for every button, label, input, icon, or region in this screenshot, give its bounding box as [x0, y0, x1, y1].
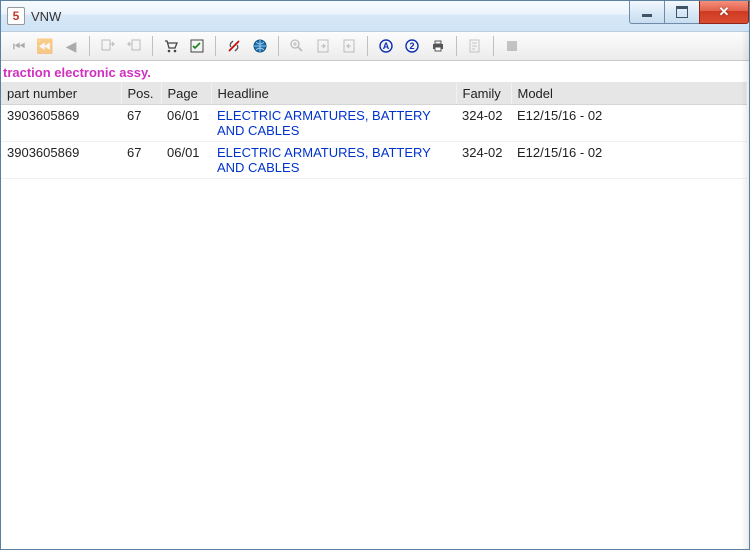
- cart-button[interactable]: [159, 34, 183, 58]
- toolbar-separator: [152, 36, 153, 56]
- svg-text:A: A: [383, 41, 390, 51]
- cell-family: 324-02: [456, 105, 511, 142]
- toolbar-separator: [215, 36, 216, 56]
- col-family[interactable]: Family: [456, 83, 511, 105]
- col-headline[interactable]: Headline: [211, 83, 456, 105]
- prev-icon: ◀: [66, 38, 77, 55]
- cell-pos: 67: [121, 105, 161, 142]
- nav-prev-button[interactable]: ◀: [59, 34, 83, 58]
- copy-out-icon: [126, 38, 142, 54]
- copy-in-icon: [100, 38, 116, 54]
- results-table: part number Pos. Page Headline Family Mo…: [1, 83, 747, 179]
- toolbar-separator: [89, 36, 90, 56]
- stop-icon: [504, 38, 520, 54]
- cart-icon: [163, 38, 179, 54]
- toolbar-separator: [456, 36, 457, 56]
- note-button[interactable]: [463, 34, 487, 58]
- stop-button[interactable]: [500, 34, 524, 58]
- page-prev-icon: [341, 38, 357, 54]
- toolbar-separator: [493, 36, 494, 56]
- globe-button[interactable]: [248, 34, 272, 58]
- copy-in-button[interactable]: [96, 34, 120, 58]
- col-part-number[interactable]: part number: [1, 83, 121, 105]
- zoom-button[interactable]: [285, 34, 309, 58]
- minimize-button[interactable]: [629, 1, 665, 24]
- zoom-icon: [289, 38, 305, 54]
- content-area: traction electronic assy. part number Po…: [1, 61, 749, 549]
- col-page[interactable]: Page: [161, 83, 211, 105]
- nav-rewind-button[interactable]: ⏪: [33, 34, 57, 58]
- window-title: VNW: [31, 9, 61, 24]
- close-icon: ✕: [719, 4, 730, 20]
- print-button[interactable]: [426, 34, 450, 58]
- window-controls: ✕: [630, 1, 749, 23]
- first-icon: ⏮: [13, 38, 26, 55]
- cell-family: 324-02: [456, 142, 511, 179]
- toolbar: ⏮ ⏪ ◀: [1, 32, 749, 61]
- cell-page: 06/01: [161, 142, 211, 179]
- rewind-icon: ⏪: [36, 38, 53, 55]
- marker-a-button[interactable]: A: [374, 34, 398, 58]
- col-pos[interactable]: Pos.: [121, 83, 161, 105]
- toolbar-separator: [278, 36, 279, 56]
- app-icon: 5: [7, 7, 25, 25]
- minimize-icon: [642, 14, 652, 17]
- toolbar-separator: [367, 36, 368, 56]
- cell-part-number: 3903605869: [1, 142, 121, 179]
- col-model[interactable]: Model: [511, 83, 747, 105]
- maximize-icon: [676, 6, 688, 18]
- marker-b-button[interactable]: 2: [400, 34, 424, 58]
- maximize-button[interactable]: [664, 1, 700, 24]
- note-icon: [467, 38, 483, 54]
- table-row[interactable]: 3903605869 67 06/01 ELECTRIC ARMATURES, …: [1, 105, 747, 142]
- cell-page: 06/01: [161, 105, 211, 142]
- table-header-row: part number Pos. Page Headline Family Mo…: [1, 83, 747, 105]
- cell-pos: 67: [121, 142, 161, 179]
- nav-first-button[interactable]: ⏮: [7, 34, 31, 58]
- app-window: 5 VNW ✕ ⏮ ⏪ ◀: [0, 0, 750, 550]
- cell-model: E12/15/16 - 02: [511, 142, 747, 179]
- checklist-button[interactable]: [185, 34, 209, 58]
- cell-headline[interactable]: ELECTRIC ARMATURES, BATTERY AND CABLES: [211, 105, 456, 142]
- copy-out-button[interactable]: [122, 34, 146, 58]
- cell-model: E12/15/16 - 02: [511, 105, 747, 142]
- titlebar[interactable]: 5 VNW ✕: [1, 1, 749, 32]
- print-icon: [430, 38, 446, 54]
- svg-text:2: 2: [409, 41, 414, 51]
- close-button[interactable]: ✕: [699, 1, 749, 24]
- section-title: traction electronic assy.: [1, 63, 747, 83]
- table-row[interactable]: 3903605869 67 06/01 ELECTRIC ARMATURES, …: [1, 142, 747, 179]
- globe-icon: [252, 38, 268, 54]
- unlink-icon: [226, 38, 242, 54]
- page-next-button[interactable]: [311, 34, 335, 58]
- marker-b-icon: 2: [404, 38, 420, 54]
- marker-a-icon: A: [378, 38, 394, 54]
- page-prev-button[interactable]: [337, 34, 361, 58]
- cell-headline[interactable]: ELECTRIC ARMATURES, BATTERY AND CABLES: [211, 142, 456, 179]
- page-next-icon: [315, 38, 331, 54]
- unlink-button[interactable]: [222, 34, 246, 58]
- checklist-icon: [189, 38, 205, 54]
- cell-part-number: 3903605869: [1, 105, 121, 142]
